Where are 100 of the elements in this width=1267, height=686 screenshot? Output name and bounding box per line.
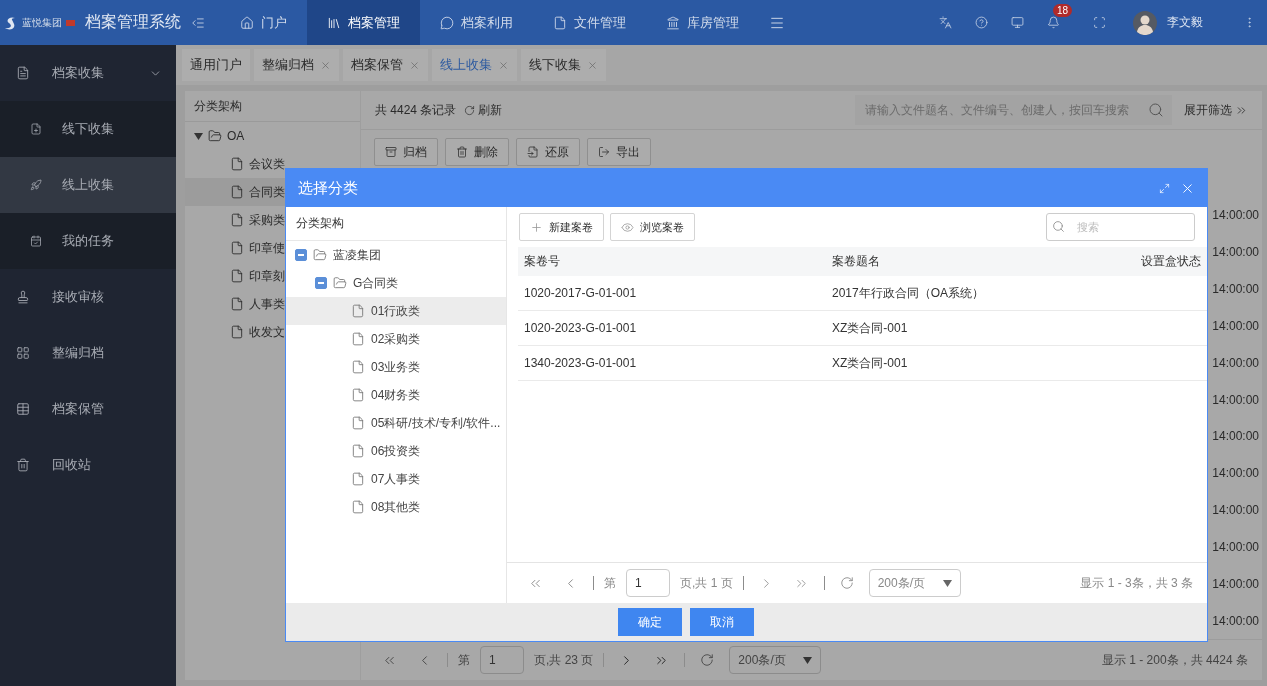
user-name[interactable]: 李文毅 (1167, 14, 1203, 31)
tree-node[interactable]: 06投资类 (286, 437, 506, 465)
nav-tab[interactable]: 档案利用 (420, 0, 533, 45)
file-icon (351, 304, 365, 318)
page-label: 第 (604, 574, 616, 592)
notification-button[interactable]: 18 (1035, 0, 1071, 45)
caret-down-icon (942, 579, 952, 587)
sidebar-item[interactable]: 整编归档 (0, 325, 176, 381)
rocket-icon (30, 179, 42, 191)
collapse-icon[interactable] (315, 277, 327, 289)
action-button[interactable]: 还原 (516, 138, 580, 166)
document-icon (16, 66, 30, 80)
file-icon (351, 332, 365, 346)
caret-down-icon (803, 656, 813, 664)
table-cell-text: 14:00:00 (1212, 465, 1260, 483)
tree-node[interactable]: OA (185, 122, 360, 150)
refresh-link[interactable]: 刷新 (464, 101, 503, 119)
panel-title: 分类架构 (185, 91, 360, 122)
file-icon (351, 360, 365, 374)
avatar[interactable] (1133, 10, 1157, 35)
table-icon (16, 402, 30, 416)
archive-icon (385, 146, 397, 158)
tree-node[interactable]: 05科研/技术/专利/软件... (286, 409, 506, 437)
confirm-button[interactable]: 确定 (617, 608, 682, 636)
page-tab[interactable]: 线下收集 (521, 49, 606, 81)
table-cell: 2017年行政合同（OA系统） (826, 276, 1087, 311)
nav-tab[interactable]: 库房管理 (646, 0, 759, 45)
cancel-button[interactable]: 取消 (689, 608, 754, 636)
caret-down-icon (194, 132, 203, 140)
file-icon (230, 213, 244, 227)
close-icon[interactable] (498, 59, 509, 71)
tree-node[interactable]: 会议类 (185, 150, 360, 178)
page-size-select[interactable]: 200条/页 (868, 569, 961, 597)
file-icon (351, 472, 365, 486)
sidebar-item[interactable]: 档案收集 (0, 45, 176, 101)
record-count: 共 4424 条记录 (375, 101, 457, 119)
pagination-summary: 显示 1 - 3条，共 3 条 (1080, 574, 1193, 592)
search-icon (1148, 102, 1164, 118)
action-button[interactable]: 浏览案卷 (610, 213, 695, 241)
page-tab[interactable]: 档案保管 (343, 49, 428, 81)
table-cell-text: 14:00:00 (1212, 207, 1260, 225)
tree-node[interactable]: 07人事类 (286, 465, 506, 493)
nav-tab[interactable]: 档案管理 (307, 0, 420, 45)
table-cell: XZ类合同-001 (826, 311, 1087, 346)
sidebar-item[interactable]: 回收站 (0, 437, 176, 493)
sidebar-subitem[interactable]: 我的任务 (0, 213, 176, 269)
indent-icon (191, 15, 205, 30)
file-import-icon (527, 146, 539, 158)
page-size-select[interactable]: 200条/页 (729, 646, 822, 674)
page-tab[interactable]: 整编归档 (254, 49, 339, 81)
tree-node[interactable]: 04财务类 (286, 381, 506, 409)
trash-icon (456, 146, 468, 158)
bell-icon (1046, 16, 1060, 29)
table-cell-text: 14:00:00 (1212, 391, 1260, 409)
close-icon[interactable] (587, 59, 598, 71)
file-icon (230, 185, 244, 199)
tree-node[interactable]: 03业务类 (286, 353, 506, 381)
nav-tab[interactable]: 文件管理 (533, 0, 646, 45)
action-button[interactable]: 归档 (374, 138, 438, 166)
notification-badge: 18 (1053, 4, 1073, 17)
table-cell-text: 14:00:00 (1212, 317, 1260, 335)
page-number-field[interactable]: 1 (626, 569, 670, 597)
page-number-field[interactable]: 1 (480, 646, 524, 674)
sidebar-item[interactable]: 接收审核 (0, 269, 176, 325)
folder-icon (313, 248, 327, 262)
sidebar-subitem[interactable]: 线下收集 (0, 101, 176, 157)
close-icon[interactable] (409, 59, 420, 71)
table-cell-text: 14:00:00 (1212, 281, 1260, 299)
flag-icon (66, 19, 75, 26)
action-button[interactable]: 导出 (587, 138, 651, 166)
collapse-icon[interactable] (295, 249, 307, 261)
file-icon (553, 15, 567, 30)
table-cell: 1340-2023-G-01-001 (518, 346, 826, 381)
tree-node[interactable]: 01行政类 (286, 297, 506, 325)
app-title: 档案管理系统 (85, 12, 181, 32)
folder-icon (208, 129, 222, 143)
file-icon (230, 297, 244, 311)
page-tab[interactable]: 通用门户 (182, 49, 250, 81)
tree-node[interactable]: 蓝凌集团 (286, 241, 506, 269)
action-button[interactable]: 删除 (445, 138, 509, 166)
refresh-icon (839, 576, 854, 590)
page-total: 页,共 23 页 (534, 651, 594, 669)
action-button[interactable]: 新建案卷 (519, 213, 604, 241)
close-icon[interactable] (320, 59, 331, 71)
nav-tab[interactable]: 门户 (220, 0, 307, 45)
pagination-summary: 显示 1 - 200条，共 4424 条 (1101, 651, 1248, 669)
maximize-icon[interactable] (1159, 182, 1170, 194)
table-cell-text: 14:00:00 (1212, 575, 1260, 593)
table-cell-text: 14:00:00 (1212, 538, 1260, 556)
tree-node[interactable]: 08其他类 (286, 493, 506, 521)
expand-filter-link[interactable]: 展开筛选 (1184, 101, 1248, 119)
calendar-check-icon (30, 235, 42, 247)
eye-icon (621, 220, 634, 234)
refresh-icon (464, 104, 476, 116)
sidebar-item[interactable]: 档案保管 (0, 381, 176, 437)
sidebar-subitem[interactable]: 线上收集 (0, 157, 176, 213)
table-cell-text: 14:00:00 (1212, 502, 1260, 520)
table-cell: 1020-2017-G-01-001 (518, 276, 826, 311)
help-icon (974, 16, 988, 29)
search-field[interactable]: 搜索 (1046, 213, 1195, 241)
